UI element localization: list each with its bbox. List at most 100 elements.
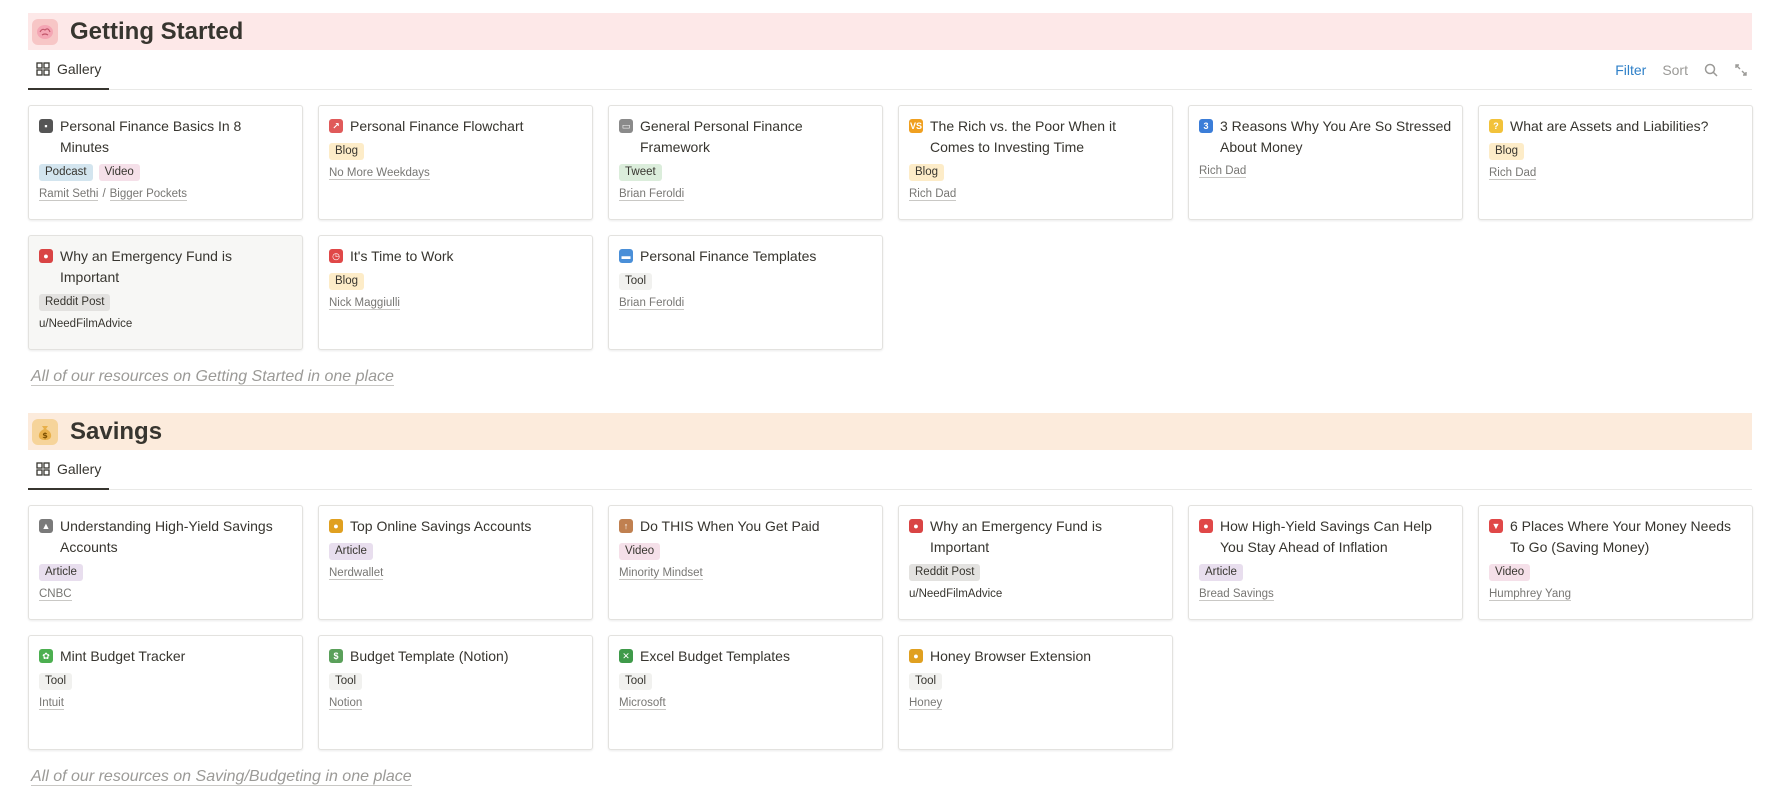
tag-badge: Tool [619, 673, 653, 690]
source-link[interactable]: Humphrey Yang [1489, 588, 1572, 601]
tab-gallery[interactable]: Gallery [28, 450, 110, 490]
gallery-card[interactable]: ▭ General Personal Finance Framework Tweet… [608, 105, 883, 220]
gallery-card[interactable]: ▼ 6 Places Where Your Money Needs To Go (… [1478, 505, 1753, 620]
source-link[interactable]: Rich Dad [1199, 165, 1247, 178]
card-source: Brian Feroldi [619, 297, 872, 310]
gallery-card[interactable]: ● Why an Emergency Fund is Important Reddi… [898, 505, 1173, 620]
card-title: ? What are Assets and Liabilities? [1489, 116, 1742, 137]
source-link[interactable]: Nerdwallet [329, 567, 384, 580]
sort-button[interactable]: Sort [1662, 62, 1688, 78]
card-title-text: Personal Finance Basics In 8 Minutes [60, 118, 242, 155]
gallery-card[interactable]: $ Budget Template (Notion) Tool Notion [318, 635, 593, 750]
card-source: Ramit Sethi / Bigger Pockets [39, 188, 292, 201]
card-source: No More Weekdays [329, 167, 582, 180]
gallery-card[interactable]: 3 3 Reasons Why You Are So Stressed About… [1188, 105, 1463, 220]
source-link[interactable]: Intuit [39, 697, 64, 710]
card-title-text: How High-Yield Savings Can Help You Stay… [1220, 518, 1432, 555]
card-tags: Article [329, 543, 582, 560]
source-link[interactable]: No More Weekdays [329, 167, 430, 180]
card-tags: Article [1199, 564, 1452, 581]
gallery-card[interactable]: VS The Rich vs. the Poor When it Comes to… [898, 105, 1173, 220]
source-link: u/NeedFilmAdvice [39, 318, 133, 330]
gallery-card[interactable]: ↑ Do THIS When You Get Paid Video Minority … [608, 505, 883, 620]
tag-badge: Reddit Post [39, 294, 111, 311]
card-title-text: The Rich vs. the Poor When it Comes to I… [930, 118, 1116, 155]
film-projector-icon: ▪ [39, 119, 53, 133]
filter-button[interactable]: Filter [1615, 62, 1646, 78]
gallery-card[interactable]: ▲ Understanding High-Yield Savings Accoun… [28, 505, 303, 620]
card-tags: Tool [909, 673, 1162, 690]
card-title: ▼ 6 Places Where Your Money Needs To Go (… [1489, 516, 1742, 558]
leaf-icon: ✿ [39, 649, 53, 663]
card-title: ◷ It's Time to Work [329, 246, 582, 267]
card-source: Minority Mindset [619, 567, 872, 580]
footer-link-text[interactable]: All of our resources on Getting Started … [31, 368, 394, 386]
card-tags: Blog [329, 143, 582, 160]
gallery-icon [36, 61, 50, 76]
tab-label: Gallery [57, 460, 102, 477]
card-source: Honey [909, 697, 1162, 710]
card-title-text: Excel Budget Templates [640, 648, 790, 664]
card-title: ↗ Personal Finance Flowchart [329, 116, 582, 137]
source-separator: / [102, 188, 106, 200]
card-title: VS The Rich vs. the Poor When it Comes to… [909, 116, 1162, 158]
gallery-card[interactable]: ✕ Excel Budget Templates Tool Microsoft [608, 635, 883, 750]
card-title-text: 6 Places Where Your Money Needs To Go (S… [1510, 518, 1732, 555]
gallery-card[interactable]: ▬ Personal Finance Templates Tool Brian Fer… [608, 235, 883, 350]
card-source: Nerdwallet [329, 567, 582, 580]
source-link[interactable]: Honey [909, 697, 943, 710]
tag-badge: Article [39, 564, 83, 581]
source-link[interactable]: Notion [329, 697, 363, 710]
card-title: ▬ Personal Finance Templates [619, 246, 872, 267]
card-title: ● Top Online Savings Accounts [329, 516, 582, 537]
source-link[interactable]: Brian Feroldi [619, 188, 685, 201]
source-link[interactable]: Nick Maggiulli [329, 297, 400, 310]
tag-badge: Tool [909, 673, 943, 690]
section-getting-started: Getting Started Gallery Filter Sort ▪ Per… [28, 13, 1753, 386]
card-title: ● How High-Yield Savings Can Help You Sta… [1199, 516, 1452, 558]
source-link[interactable]: Bread Savings [1199, 588, 1274, 601]
gallery-card[interactable]: ? What are Assets and Liabilities? Blog Ric… [1478, 105, 1753, 220]
card-title-text: What are Assets and Liabilities? [1510, 118, 1709, 134]
tag-badge: Article [1199, 564, 1243, 581]
gallery-card[interactable]: ✿ Mint Budget Tracker Tool Intuit [28, 635, 303, 750]
source-link[interactable]: CNBC [39, 588, 72, 601]
section-footer-link[interactable]: All of our resources on Saving/Budgeting… [28, 768, 1752, 786]
view-tools: Filter Sort [1615, 50, 1748, 90]
gallery-grid: ▲ Understanding High-Yield Savings Accoun… [28, 505, 1753, 750]
gallery-card[interactable]: ● Top Online Savings Accounts Article Nerdw… [318, 505, 593, 620]
alarm-clock-icon: ◷ [329, 249, 343, 263]
vs-icon: VS [909, 119, 923, 133]
section-footer-link[interactable]: All of our resources on Getting Started … [28, 368, 1752, 386]
section-header: $ Savings [28, 413, 1752, 450]
gallery-card[interactable]: ↗ Personal Finance Flowchart Blog No More W… [318, 105, 593, 220]
search-icon[interactable] [1704, 63, 1718, 77]
tab-gallery[interactable]: Gallery [28, 50, 110, 90]
source-link[interactable]: Rich Dad [909, 188, 957, 201]
keycap-three-icon: 3 [1199, 119, 1213, 133]
card-tags: Blog [329, 273, 582, 290]
source-link[interactable]: Minority Mindset [619, 567, 703, 580]
gallery-card[interactable]: ● Honey Browser Extension Tool Honey [898, 635, 1173, 750]
tag-badge: Blog [329, 273, 365, 290]
gallery-card[interactable]: ● Why an Emergency Fund is Important Reddi… [28, 235, 303, 350]
gallery-card[interactable]: ◷ It's Time to Work Blog Nick Maggiulli [318, 235, 593, 350]
card-source: Humphrey Yang [1489, 588, 1742, 601]
gallery-card[interactable]: ▪ Personal Finance Basics In 8 Minutes Pod… [28, 105, 303, 220]
source-link[interactable]: Bigger Pockets [109, 188, 187, 201]
source-link[interactable]: Ramit Sethi [39, 188, 99, 201]
source-link[interactable]: Brian Feroldi [619, 297, 685, 310]
tag-badge: Tool [329, 673, 363, 690]
id-card-icon: ▭ [619, 119, 633, 133]
source-link[interactable]: Rich Dad [1489, 167, 1537, 180]
tag-badge: Tool [619, 273, 653, 290]
footer-link-text[interactable]: All of our resources on Saving/Budgeting… [31, 768, 412, 786]
card-title-text: Mint Budget Tracker [60, 648, 186, 664]
expand-icon[interactable] [1734, 63, 1748, 77]
source-link[interactable]: Microsoft [619, 697, 666, 710]
tag-badge: Reddit Post [909, 564, 981, 581]
gallery-grid: ▪ Personal Finance Basics In 8 Minutes Pod… [28, 105, 1753, 350]
medal-icon: ● [329, 519, 343, 533]
gallery-card[interactable]: ● How High-Yield Savings Can Help You Sta… [1188, 505, 1463, 620]
card-source: u/NeedFilmAdvice [909, 588, 1162, 600]
